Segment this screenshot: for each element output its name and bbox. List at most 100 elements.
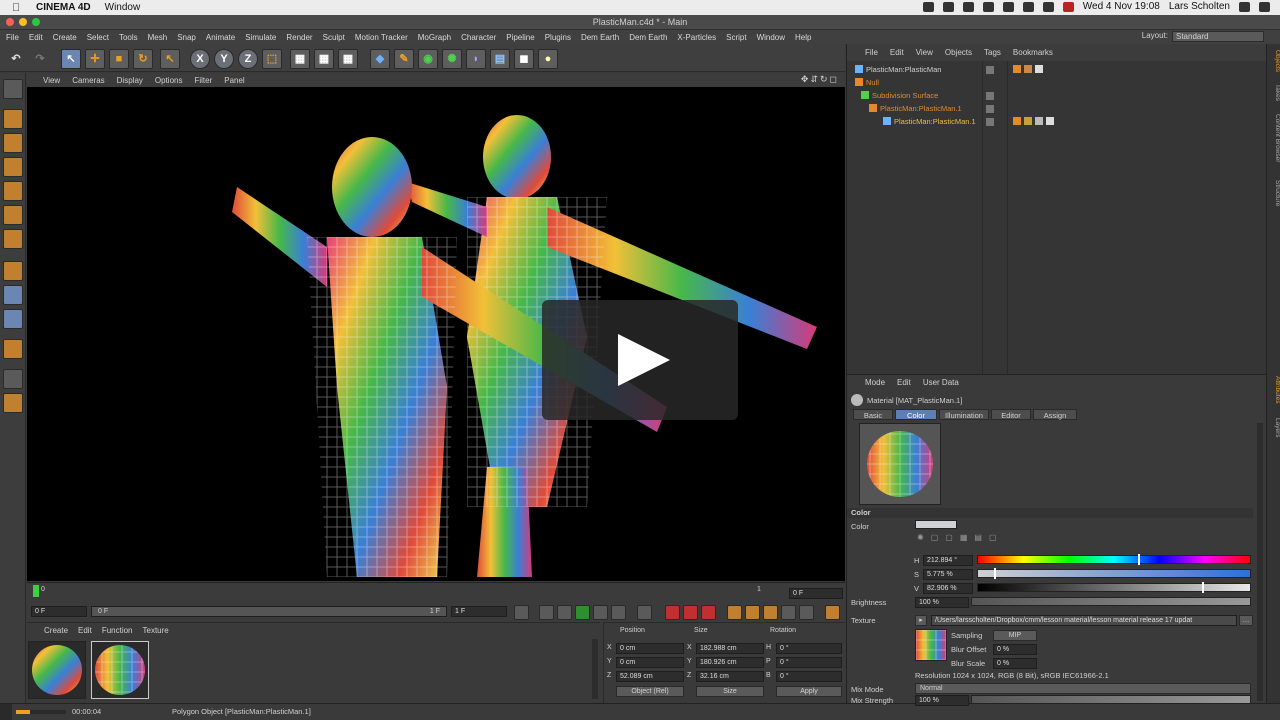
material-menu-texture[interactable]: Texture	[143, 626, 169, 635]
tab-takes[interactable]: Takes	[1267, 84, 1280, 101]
mac-app-name[interactable]: CINEMA 4D	[36, 2, 91, 13]
go-to-start-icon[interactable]	[514, 605, 529, 620]
record-parameter-icon[interactable]	[781, 605, 796, 620]
phong-tag-icon[interactable]	[1013, 117, 1021, 125]
material-scrollbar[interactable]	[592, 639, 598, 699]
workplane-icon[interactable]	[3, 369, 23, 389]
dropbox-icon[interactable]	[942, 1, 954, 12]
magnet-icon[interactable]	[3, 339, 23, 359]
brightness-field[interactable]: 100 %	[915, 597, 969, 608]
z-axis-lock-icon[interactable]: Z	[238, 49, 258, 69]
cloner-icon[interactable]: ✺	[442, 49, 462, 69]
mac-menu-window[interactable]: Window	[105, 2, 141, 13]
go-to-end-icon[interactable]	[637, 605, 652, 620]
tweak-mode-icon[interactable]	[3, 285, 23, 305]
end-frame-field[interactable]: 1 F	[451, 606, 507, 617]
search-icon[interactable]	[1239, 1, 1250, 12]
workplane-mode-icon[interactable]	[3, 157, 23, 177]
live-selection-icon[interactable]: ↖	[61, 49, 81, 69]
menu-dem-earth[interactable]: Dem Earth	[581, 33, 619, 42]
object-row[interactable]: PlasticMan:PlasticMan.1	[869, 103, 962, 115]
play-forward-icon[interactable]	[575, 605, 590, 620]
material-preview[interactable]	[859, 423, 941, 505]
tab-illumination[interactable]: Illumination	[939, 409, 989, 420]
y-axis-lock-icon[interactable]: Y	[214, 49, 234, 69]
material-menu-create[interactable]: Create	[44, 626, 68, 635]
value-slider-marker[interactable]	[1202, 582, 1204, 593]
attribute-menu-edit[interactable]: Edit	[897, 378, 911, 387]
visibility-toggle-icon[interactable]	[986, 92, 994, 100]
recent-tool-icon[interactable]: ↖	[160, 49, 180, 69]
saturation-slider-marker[interactable]	[994, 568, 996, 579]
attribute-scrollbar[interactable]	[1257, 423, 1263, 701]
menu-character[interactable]: Character	[461, 33, 496, 42]
coord-size-y[interactable]: 180.926 cm	[696, 657, 764, 668]
record-scale-icon[interactable]	[745, 605, 760, 620]
object-row-selected[interactable]: PlasticMan:PlasticMan.1	[883, 116, 976, 128]
viewport-nav-icons[interactable]: ✥⇵↻◻	[801, 74, 839, 85]
make-editable-icon[interactable]	[3, 79, 23, 99]
menu-motion-tracker[interactable]: Motion Tracker	[355, 33, 408, 42]
phong-tag-icon[interactable]	[1013, 65, 1021, 73]
edges-mode-icon[interactable]	[3, 205, 23, 225]
wifi-icon[interactable]	[1042, 1, 1054, 12]
texture-browse-button[interactable]: …	[1239, 615, 1253, 626]
cloud-icon[interactable]	[922, 1, 934, 12]
current-frame-field[interactable]: 0 F	[789, 588, 843, 599]
coord-size-x[interactable]: 182.988 cm	[696, 643, 764, 654]
zoom-window-icon[interactable]	[32, 18, 40, 26]
render-picture-viewer-icon[interactable]: ▦	[314, 49, 334, 69]
mix-strength-field[interactable]: 100 %	[915, 695, 969, 706]
frame-range-slider[interactable]: 0 F 1 F	[91, 606, 447, 617]
previous-key-icon[interactable]	[539, 605, 554, 620]
record-position-icon[interactable]	[727, 605, 742, 620]
attribute-menu-mode[interactable]: Mode	[865, 378, 885, 387]
coord-apply-button[interactable]: Apply	[776, 686, 842, 697]
s-field[interactable]: 5.775 %	[923, 569, 973, 580]
next-key-icon[interactable]	[611, 605, 626, 620]
tab-content-browser[interactable]: Content Browser	[1267, 114, 1280, 162]
coord-pos-x[interactable]: 0 cm	[616, 643, 684, 654]
visibility-toggle-icon[interactable]	[986, 66, 994, 74]
record-point-level-icon[interactable]	[799, 605, 814, 620]
material-menu-function[interactable]: Function	[102, 626, 133, 635]
hue-slider-marker[interactable]	[1138, 554, 1140, 565]
menu-snap[interactable]: Snap	[177, 33, 196, 42]
material-swatch-1[interactable]	[28, 641, 86, 699]
texture-mode-icon[interactable]	[3, 133, 23, 153]
object-tags[interactable]	[1013, 65, 1053, 75]
viewport-menu-filter[interactable]: Filter	[194, 76, 212, 85]
menu-sculpt[interactable]: Sculpt	[323, 33, 345, 42]
menu-simulate[interactable]: Simulate	[245, 33, 276, 42]
menu-dem-earth-2[interactable]: Dem Earth	[629, 33, 667, 42]
keyframe-selection-icon[interactable]	[701, 605, 716, 620]
h-field[interactable]: 212.894 °	[923, 555, 973, 566]
menu-create[interactable]: Create	[53, 33, 77, 42]
sampling-select[interactable]: MIP	[993, 630, 1037, 641]
camera-object-icon[interactable]: ◼	[514, 49, 534, 69]
brightness-slider[interactable]	[971, 597, 1251, 606]
pen-spline-icon[interactable]: ✎	[394, 49, 414, 69]
menu-edit[interactable]: Edit	[29, 33, 43, 42]
timeline-window-icon[interactable]	[825, 605, 840, 620]
previous-frame-icon[interactable]	[557, 605, 572, 620]
menu-plugins[interactable]: Plugins	[545, 33, 571, 42]
blur-offset-field[interactable]: 0 %	[993, 644, 1037, 655]
tab-objects[interactable]: Objects	[1267, 50, 1280, 72]
coord-mode-select[interactable]: Object (Rel)	[616, 686, 684, 697]
mac-date-time[interactable]: Wed 4 Nov 19:08	[1083, 1, 1160, 12]
model-mode-icon[interactable]	[3, 109, 23, 129]
menu-x-particles[interactable]: X-Particles	[677, 33, 716, 42]
object-row[interactable]: Null	[855, 77, 879, 89]
rotate-tool-icon[interactable]: ↻	[133, 49, 153, 69]
volume-icon[interactable]	[1022, 1, 1034, 12]
viewport-menu-panel[interactable]: Panel	[224, 76, 244, 85]
menu-mograph[interactable]: MoGraph	[418, 33, 451, 42]
texture-path-field[interactable]: /Users/larsscholten/Dropbox/cmm/lesson m…	[931, 615, 1237, 626]
visibility-toggle-icon[interactable]	[986, 105, 994, 113]
material-tag-icon[interactable]	[1024, 65, 1032, 73]
mac-user-name[interactable]: Lars Scholten	[1169, 1, 1230, 12]
object-menu-view[interactable]: View	[916, 48, 933, 57]
start-frame-field[interactable]: 0 F	[31, 606, 87, 617]
sync-icon[interactable]	[962, 1, 974, 12]
